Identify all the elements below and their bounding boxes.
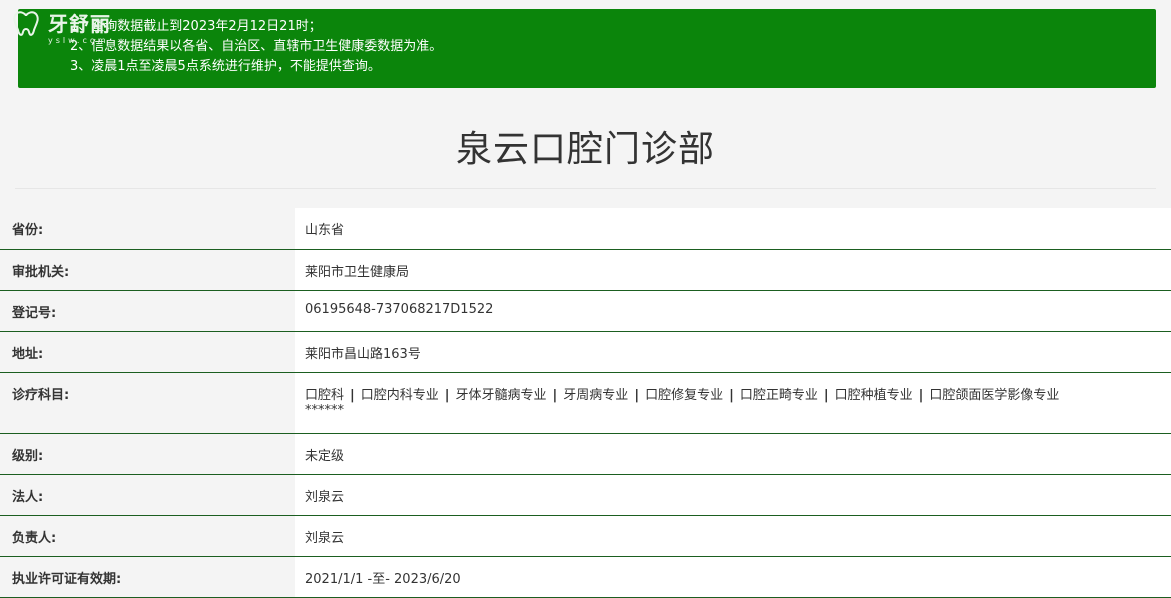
specialty-item: 口腔种植专业 <box>834 387 913 403</box>
row-value-specialties: 口腔科 | 口腔内科专业 | 牙体牙髓病专业 | 牙周病专业 | 口腔修复专业 | 口腔正畸专业 | 口… <box>295 372 1171 434</box>
clinic-info-table: 省份: 山东省 审批机关: 莱阳市卫生健康局 登记号: 06195648-737… <box>0 208 1171 598</box>
table-row: 地址: 莱阳市昌山路163号 <box>0 331 1171 373</box>
table-row: 级别: 未定级 <box>0 433 1171 475</box>
specialty-item: 牙体牙髓病专业 <box>455 387 547 403</box>
row-label-specialties: 诊疗科目: <box>0 372 295 434</box>
specialty-separator: | <box>729 387 734 403</box>
row-label-license-validity: 执业许可证有效期: <box>0 556 295 598</box>
table-row: 省份: 山东省 <box>0 208 1171 250</box>
row-label-registration-number: 登记号: <box>0 290 295 332</box>
specialty-item: 口腔内科专业 <box>360 387 439 403</box>
notice-line: 1、查询数据截止到2023年2月12日21时； <box>70 19 322 34</box>
row-label-approval-authority: 审批机关: <box>0 249 295 291</box>
notice-line: 2、信息数据结果以各省、自治区、直辖市卫生健康委数据为准。 <box>70 39 443 54</box>
table-row: 法人: 刘泉云 <box>0 474 1171 516</box>
row-value-license-validity: 2021/1/1 -至- 2023/6/20 <box>295 556 1171 598</box>
row-value-person-in-charge: 刘泉云 <box>295 515 1171 557</box>
row-value-address: 莱阳市昌山路163号 <box>295 331 1171 373</box>
table-row: 审批机关: 莱阳市卫生健康局 <box>0 249 1171 291</box>
specialty-separator: | <box>444 387 450 403</box>
table-row: 执业许可证有效期: 2021/1/1 -至- 2023/6/20 <box>0 556 1171 598</box>
specialty-item: 口腔修复专业 <box>645 387 724 403</box>
specialty-separator: | <box>823 387 829 403</box>
specialty-item: 牙周病专业 <box>563 387 629 403</box>
row-label-legal-person: 法人: <box>0 474 295 516</box>
page-header: 泉云口腔门诊部 <box>15 120 1156 189</box>
specialty-item: 口腔正畸专业 <box>739 387 818 403</box>
notice-line: 3、凌晨1点至凌晨5点系统进行维护，不能提供查询。 <box>70 59 381 74</box>
row-label-level: 级别: <box>0 433 295 475</box>
table-row: 负责人: 刘泉云 <box>0 515 1171 557</box>
specialty-separator: | <box>634 387 640 403</box>
tooth-logo-icon <box>13 11 39 36</box>
page-title: 泉云口腔门诊部 <box>455 129 715 170</box>
specialty-item: 口腔科 <box>305 387 345 403</box>
logo-subtext: yslw.com <box>48 36 109 45</box>
row-value-province: 山东省 <box>295 208 1171 250</box>
row-value-legal-person: 刘泉云 <box>295 474 1171 516</box>
specialty-separator: | <box>918 387 924 403</box>
notice-banner: 1、查询数据截止到2023年2月12日21时； 2、信息数据结果以各省、自治区、… <box>18 9 1156 88</box>
specialty-separator: | <box>552 387 558 403</box>
logo-text: 牙舒丽 <box>48 12 111 36</box>
table-row: 登记号: 06195648-737068217D1522 <box>0 290 1171 332</box>
row-value-approval-authority: 莱阳市卫生健康局 <box>295 249 1171 291</box>
row-label-province: 省份: <box>0 208 295 250</box>
row-label-address: 地址: <box>0 331 295 373</box>
specialty-separator: | <box>350 387 355 403</box>
specialty-tail: ****** <box>305 402 344 418</box>
row-value-level: 未定级 <box>295 433 1171 475</box>
row-label-person-in-charge: 负责人: <box>0 515 295 557</box>
specialty-item: 口腔颌面医学影像专业 <box>929 387 1060 403</box>
row-value-registration-number: 06195648-737068217D1522 <box>295 290 1171 332</box>
table-row: 诊疗科目: 口腔科 | 口腔内科专业 | 牙体牙髓病专业 | 牙周病专业 | 口腔修复专业 | 口腔… <box>0 372 1171 434</box>
